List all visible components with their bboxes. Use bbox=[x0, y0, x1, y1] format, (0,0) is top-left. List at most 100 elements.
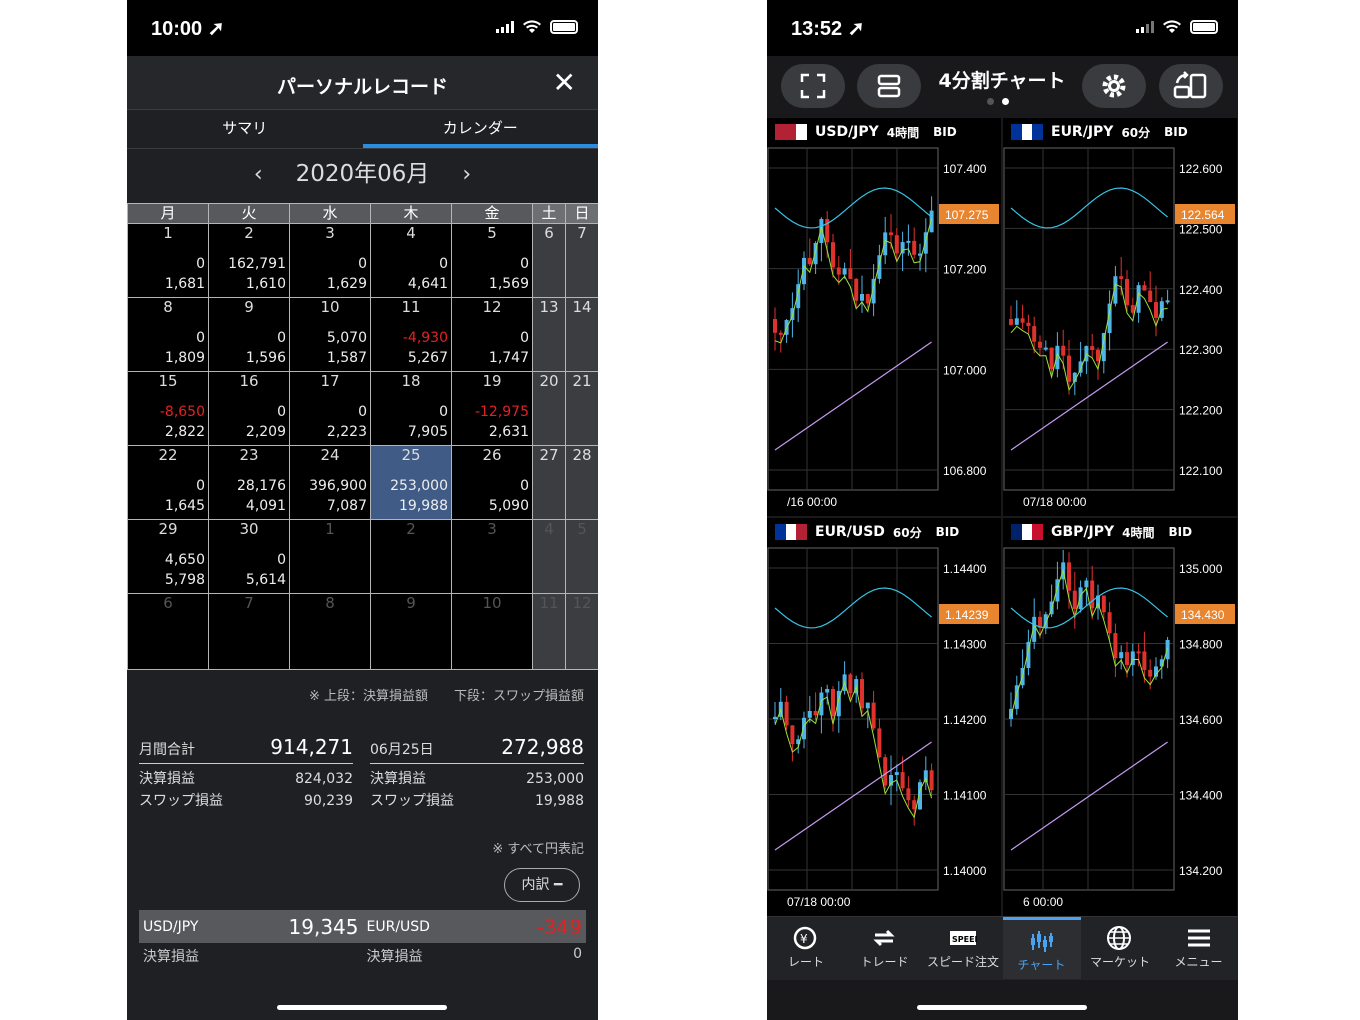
candlestick-chart[interactable]: 1.14400 1.14300 1.14200 1.14100 1.14000 1.142… bbox=[767, 518, 1001, 916]
candlestick-chart[interactable]: 107.400 107.200 107.000 106.800 107.275/16 0… bbox=[767, 118, 1001, 516]
tab-speed-order[interactable]: SPEED スピード注文 bbox=[924, 917, 1002, 979]
close-icon[interactable]: ✕ bbox=[553, 66, 576, 99]
candlestick-chart[interactable]: 135.000 134.800 134.600 134.400 134.200 134.4… bbox=[1003, 518, 1237, 916]
calendar-day-cell[interactable]: 19 -12,975 2,631 bbox=[451, 371, 533, 446]
calendar-day-cell[interactable]: 4 bbox=[532, 519, 566, 594]
rotate-icon[interactable] bbox=[1159, 64, 1223, 108]
price-tick: 134.200 bbox=[1179, 864, 1223, 878]
calendar-day-cell[interactable]: 28 bbox=[565, 445, 598, 520]
home-indicator[interactable] bbox=[917, 1005, 1087, 1010]
calendar-day-cell[interactable]: 24 396,900 7,087 bbox=[289, 445, 371, 520]
current-price: 107.275 bbox=[945, 208, 989, 222]
breakdown-button[interactable]: 内訳 ━ bbox=[504, 868, 580, 902]
tab-rate[interactable]: ¥ レート bbox=[767, 917, 845, 979]
tab-chart[interactable]: チャート bbox=[1002, 917, 1081, 979]
calendar-day-cell[interactable]: 10 5,070 1,587 bbox=[289, 297, 371, 372]
calendar-day-cell[interactable]: 12 0 1,747 bbox=[451, 297, 533, 372]
ma-line bbox=[774, 587, 932, 629]
calendar-day-cell[interactable]: 20 bbox=[532, 371, 566, 446]
sub-label: 決算損益 bbox=[143, 949, 199, 965]
calendar-day-cell[interactable]: 3 0 1,629 bbox=[289, 223, 371, 298]
candlestick-chart[interactable]: 122.600 122.500 122.400 122.300 122.200 122.1… bbox=[1003, 118, 1237, 516]
calendar-day-cell[interactable]: 1 0 1,681 bbox=[127, 223, 209, 298]
calendar-day-cell[interactable]: 9 bbox=[370, 593, 452, 670]
battery-icon bbox=[1190, 20, 1218, 34]
tab-label: トレード bbox=[860, 955, 909, 969]
price-tick: 1.14400 bbox=[943, 562, 987, 576]
chart-pane[interactable]: USD/JPY 4時間 BID 107.400 107.200 107.000 106.80… bbox=[767, 118, 1001, 516]
tab-trade[interactable]: トレード bbox=[846, 917, 924, 979]
day-swap-value: 19,988 bbox=[535, 793, 584, 809]
candle bbox=[889, 232, 893, 236]
chart-pane[interactable]: EUR/USD 60分 BID 1.14400 1.14300 1.14200 1.1410… bbox=[767, 518, 1001, 916]
day-total-value: 272,988 bbox=[501, 735, 584, 759]
calendar-day-cell[interactable]: 5 0 1,569 bbox=[451, 223, 533, 298]
tab-summary[interactable]: サマリ bbox=[127, 111, 363, 148]
calendar-day-cell[interactable]: 29 4,650 5,798 bbox=[127, 519, 209, 594]
calendar-day-cell[interactable]: 16 0 2,209 bbox=[208, 371, 290, 446]
day-number: 22 bbox=[158, 446, 178, 464]
fullscreen-icon[interactable] bbox=[781, 64, 845, 108]
calendar-day-cell[interactable]: 8 0 1,809 bbox=[127, 297, 209, 372]
calendar-day-cell[interactable]: 12 bbox=[565, 593, 598, 670]
swap-amount: 1,645 bbox=[164, 498, 205, 514]
current-price: 134.430 bbox=[1181, 608, 1225, 622]
day-number: 16 bbox=[239, 372, 259, 390]
breakdown-row: USD/JPY 19,345 EUR/USD -349 bbox=[139, 910, 586, 943]
month-total-value: 914,271 bbox=[270, 735, 353, 759]
calendar-day-cell[interactable]: 11 -4,930 5,267 bbox=[370, 297, 452, 372]
calendar-day-cell[interactable]: 4 0 4,641 bbox=[370, 223, 452, 298]
price-tick: 122.200 bbox=[1179, 404, 1223, 418]
calendar-day-cell[interactable]: 11 bbox=[532, 593, 566, 670]
prev-month-icon[interactable]: ‹ bbox=[228, 151, 288, 199]
candle bbox=[854, 278, 859, 301]
calendar-day-cell[interactable]: 26 0 5,090 bbox=[451, 445, 533, 520]
settle-amount: 0 bbox=[196, 256, 205, 272]
sub-value: 0 bbox=[573, 946, 582, 962]
gear-icon[interactable] bbox=[1082, 64, 1146, 108]
calendar-day-cell[interactable]: 27 bbox=[532, 445, 566, 520]
calendar-day-cell[interactable]: 2 bbox=[370, 519, 452, 594]
calendar-day-cell[interactable]: 18 0 7,905 bbox=[370, 371, 452, 446]
layout-icon[interactable] bbox=[857, 64, 921, 108]
calendar-day-cell[interactable]: 6 bbox=[532, 223, 566, 298]
calendar-day-cell[interactable]: 21 bbox=[565, 371, 598, 446]
day-number: 7 bbox=[577, 224, 587, 242]
tab-menu[interactable]: メニュー bbox=[1160, 917, 1238, 979]
chart-pane[interactable]: GBP/JPY 4時間 BID 135.000 134.800 134.600 134.40… bbox=[1003, 518, 1237, 916]
calendar-day-cell[interactable]: 15 -8,650 2,822 bbox=[127, 371, 209, 446]
current-price: 1.14239 bbox=[945, 608, 989, 622]
settle-amount: 4,650 bbox=[164, 552, 205, 568]
day-number: 7 bbox=[244, 594, 254, 612]
page-dots bbox=[987, 98, 1009, 105]
calendar-day-cell[interactable]: 1 bbox=[289, 519, 371, 594]
candle bbox=[1142, 651, 1147, 670]
candle bbox=[778, 332, 783, 335]
calendar-day-cell[interactable]: 13 bbox=[532, 297, 566, 372]
calendar-day-cell[interactable]: 7 bbox=[208, 593, 290, 670]
calendar-day-cell[interactable]: 2 162,791 1,610 bbox=[208, 223, 290, 298]
calendar-day-cell[interactable]: 6 bbox=[127, 593, 209, 670]
tab-calendar[interactable]: カレンダー bbox=[362, 111, 598, 148]
calendar-day-cell[interactable]: 14 bbox=[565, 297, 598, 372]
calendar-day-cell[interactable]: 3 bbox=[451, 519, 533, 594]
calendar-day-cell[interactable]: 9 0 1,596 bbox=[208, 297, 290, 372]
candle bbox=[865, 702, 870, 709]
calendar-day-cell[interactable]: 22 0 1,645 bbox=[127, 445, 209, 520]
calendar-day-cell[interactable]: 8 bbox=[289, 593, 371, 670]
candle bbox=[1067, 562, 1071, 591]
chart-pane[interactable]: EUR/JPY 60分 BID 122.600 122.500 122.400 122.30… bbox=[1003, 118, 1237, 516]
next-month-icon[interactable]: › bbox=[437, 151, 497, 199]
tab-market-globe[interactable]: マーケット bbox=[1081, 917, 1159, 979]
tab-label: スピード注文 bbox=[926, 955, 999, 969]
home-indicator[interactable] bbox=[277, 1005, 447, 1010]
price-tick: 122.500 bbox=[1179, 222, 1223, 236]
calendar-day-cell[interactable]: 5 bbox=[565, 519, 598, 594]
calendar-day-cell[interactable]: 30 0 5,614 bbox=[208, 519, 290, 594]
calendar-day-cell[interactable]: 25 253,000 19,988 bbox=[370, 445, 452, 520]
calendar-day-cell[interactable]: 17 0 2,223 bbox=[289, 371, 371, 446]
calendar-day-cell[interactable]: 7 bbox=[565, 223, 598, 298]
swap-amount: 1,681 bbox=[164, 276, 205, 292]
calendar-day-cell[interactable]: 23 28,176 4,091 bbox=[208, 445, 290, 520]
calendar-day-cell[interactable]: 10 bbox=[451, 593, 533, 670]
